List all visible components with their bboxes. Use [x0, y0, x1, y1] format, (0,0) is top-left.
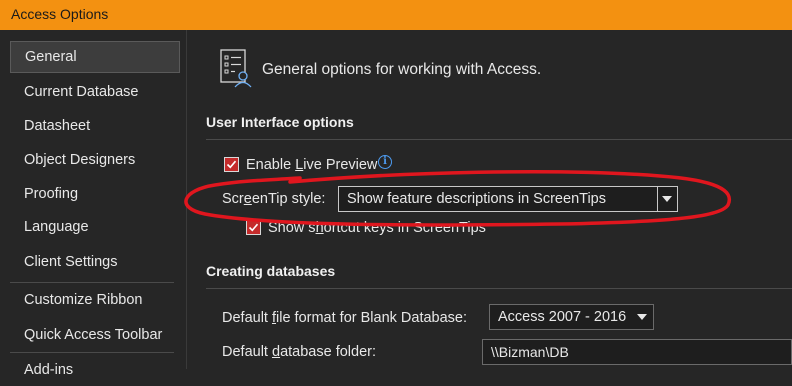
sidebar-item-object-designers[interactable]: Object Designers [10, 144, 180, 176]
title-bar: Access Options [0, 0, 792, 30]
section-title-creating-databases: Creating databases [206, 263, 336, 279]
shortcut-keys-checkbox[interactable] [246, 220, 261, 235]
page-header: General options for working with Access. [262, 61, 542, 78]
sidebar: General Current Database Datasheet Objec… [0, 30, 187, 378]
sidebar-separator [10, 352, 174, 353]
label-text: Default [222, 310, 272, 326]
database-folder-label: Default database folder: [222, 344, 376, 360]
sidebar-item-datasheet[interactable]: Datasheet [10, 110, 180, 142]
label-text: Enable [246, 157, 296, 173]
checkmark-icon [226, 160, 237, 169]
dropdown-value: Access 2007 - 2016 [498, 309, 627, 325]
file-format-dropdown[interactable]: Access 2007 - 2016 [489, 304, 654, 330]
dropdown-value: Show feature descriptions in ScreenTips [347, 191, 606, 207]
sidebar-item-customize-ribbon[interactable]: Customize Ribbon [10, 284, 180, 316]
label-text: Scr [222, 191, 244, 207]
access-key: d [271, 344, 281, 360]
section-divider [206, 139, 792, 140]
sidebar-item-general[interactable]: General [10, 41, 180, 73]
section-divider [206, 288, 792, 289]
sidebar-item-add-ins[interactable]: Add-ins [10, 354, 180, 386]
database-folder-input[interactable]: \\Bizman\DB [482, 339, 792, 365]
label-text: ortcut keys in ScreenTips [323, 220, 486, 236]
options-content: General options for working with Access.… [187, 30, 792, 369]
input-value: \\Bizman\DB [491, 344, 569, 360]
shortcut-keys-label[interactable]: Show shortcut keys in ScreenTips [268, 220, 486, 236]
label-text: atabase folder: [280, 344, 376, 360]
live-preview-checkbox[interactable] [224, 157, 239, 172]
sidebar-item-client-settings[interactable]: Client Settings [10, 246, 180, 278]
label-text: Show s [268, 220, 316, 236]
screentip-style-label: ScreenTip style: [222, 191, 325, 207]
label-text: enTip style: [251, 191, 326, 207]
section-title-ui-options: User Interface options [206, 114, 354, 130]
sidebar-item-proofing[interactable]: Proofing [10, 178, 180, 210]
checkmark-icon [248, 223, 259, 232]
label-text: ive Preview [303, 157, 378, 173]
access-key: h [315, 220, 324, 236]
chevron-down-icon [662, 196, 672, 202]
label-text: ile format for Blank Database: [276, 310, 468, 326]
window-title: Access Options [11, 6, 109, 22]
sidebar-item-language[interactable]: Language [10, 211, 180, 243]
chevron-down-icon [637, 314, 647, 320]
general-options-icon [220, 49, 252, 88]
file-format-label: Default file format for Blank Database: [222, 310, 467, 326]
sidebar-separator [10, 282, 174, 283]
sidebar-item-quick-access-toolbar[interactable]: Quick Access Toolbar [10, 319, 180, 351]
dropdown-button[interactable] [657, 187, 677, 211]
live-preview-label[interactable]: Enable Live Preview [246, 157, 377, 173]
info-icon[interactable]: i [378, 155, 392, 169]
sidebar-item-current-database[interactable]: Current Database [10, 76, 180, 108]
screentip-style-dropdown[interactable]: Show feature descriptions in ScreenTips [338, 186, 678, 212]
label-text: Default [222, 344, 272, 360]
access-key: e [243, 191, 252, 207]
